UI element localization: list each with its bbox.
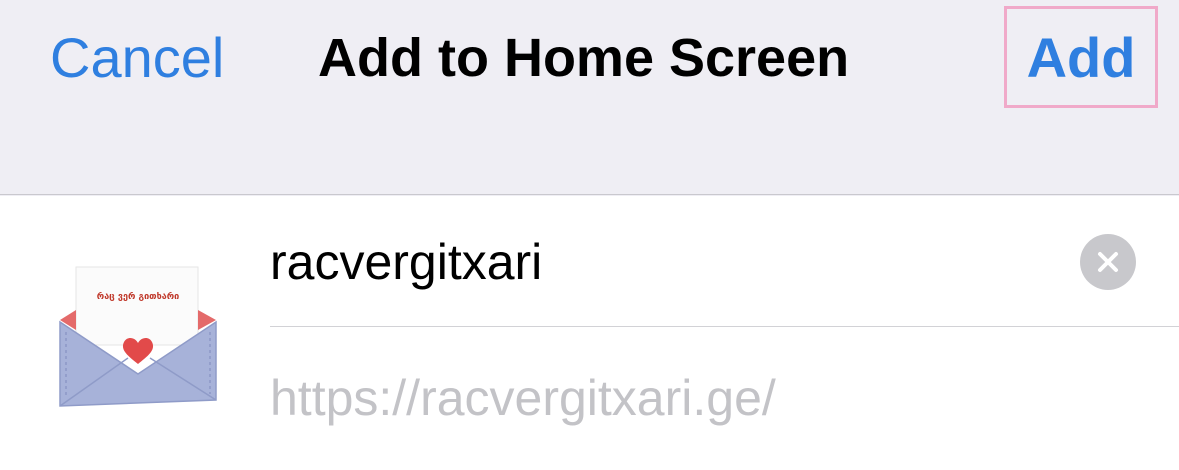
app-icon: რაც ვერ გითხარი [58,262,218,408]
add-button-label: Add [1026,25,1136,89]
navigation-bar: Cancel Add to Home Screen Add [0,0,1179,195]
cancel-button[interactable]: Cancel [50,26,224,90]
envelope-heart-icon [59,266,217,407]
add-button[interactable]: Add [1004,6,1158,108]
page-title: Add to Home Screen [318,28,850,88]
bookmark-form: რაც ვერ გითხარი https://racvergitxari.ge… [0,196,1179,470]
name-field[interactable] [270,230,1050,294]
url-text: https://racvergitxari.ge/ [270,370,776,426]
close-icon [1098,252,1118,272]
clear-text-button[interactable] [1080,234,1136,290]
divider [270,326,1179,327]
icon-card-text: რაც ვერ გითხარი [96,292,180,302]
